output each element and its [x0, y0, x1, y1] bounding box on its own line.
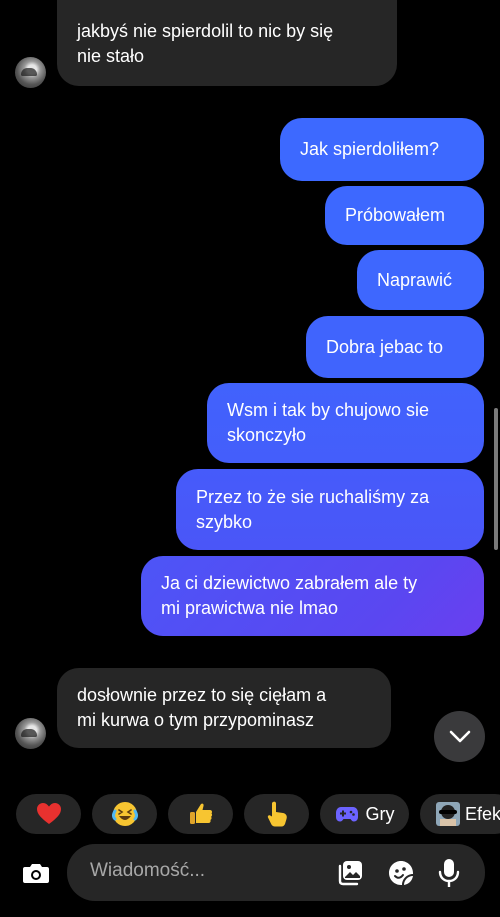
message-outgoing[interactable]: Przez to że sie ruchaliśmy za szybko — [176, 469, 484, 550]
effects-thumbnail-icon — [436, 802, 460, 826]
chevron-down-icon — [449, 730, 470, 742]
message-outgoing[interactable]: Próbowałem — [325, 186, 484, 245]
sticker-icon — [389, 861, 413, 885]
message-outgoing[interactable]: Wsm i tak by chujowo sie skonczyło — [207, 383, 484, 463]
contact-avatar[interactable] — [15, 718, 46, 749]
message-incoming[interactable]: jakbyś nie spierdolil to nic by się nie … — [57, 0, 397, 86]
message-text-line: Przez to że sie ruchaliśmy za — [196, 486, 430, 507]
gallery-icon — [338, 861, 362, 886]
pointing-hand-emoji-icon — [267, 801, 287, 827]
microphone-button[interactable] — [433, 856, 465, 890]
thumbs-up-emoji-icon — [189, 803, 212, 824]
message-text-line: skonczyło — [227, 425, 307, 445]
message-composer[interactable]: Wiadomość... — [67, 844, 485, 901]
message-text-line: mi kurwa o tym przypominasz — [77, 710, 315, 730]
message-outgoing[interactable]: Naprawić — [357, 250, 484, 310]
gallery-button[interactable] — [334, 857, 366, 889]
scroll-down-button[interactable] — [434, 711, 485, 762]
games-label: Gry — [365, 803, 395, 824]
reaction-thumbs-up-button[interactable] — [168, 794, 233, 834]
reaction-pointing-button[interactable] — [244, 794, 309, 834]
laughing-emoji-icon — [111, 802, 138, 826]
message-text-line: nie stało — [77, 46, 145, 66]
message-outgoing[interactable]: Jak spierdoliłem? — [280, 118, 484, 181]
message-text: Próbowałem — [345, 205, 446, 225]
message-input[interactable]: Wiadomość... — [90, 860, 205, 882]
effects-button[interactable]: Efek — [420, 794, 500, 834]
reaction-heart-button[interactable] — [16, 794, 81, 834]
message-text-line: Wsm i tak by chujowo sie — [227, 400, 430, 420]
message-text-line: Ja ci dziewictwo zabrałem ale ty — [161, 573, 418, 593]
message-text-line: jakbyś nie spierdolil to nic by się — [77, 21, 334, 41]
camera-button[interactable] — [17, 854, 55, 892]
message-incoming[interactable]: dosłownie przez to się cięłam a mi kurwa… — [57, 668, 391, 748]
scrollbar[interactable] — [494, 408, 498, 550]
message-outgoing[interactable]: Ja ci dziewictwo zabrałem ale ty mi praw… — [141, 556, 484, 636]
reaction-laugh-button[interactable] — [92, 794, 157, 834]
message-text: Dobra jebac to — [326, 336, 444, 357]
message-text: Naprawić — [377, 269, 453, 290]
message-text-line: szybko — [196, 511, 253, 532]
message-outgoing[interactable]: Dobra jebac to — [306, 316, 484, 378]
message-text: Jak spierdoliłem? — [300, 139, 440, 159]
message-text-line: dosłownie przez to się cięłam a — [77, 685, 327, 705]
microphone-icon — [438, 859, 460, 887]
camera-icon — [23, 864, 49, 883]
heart-emoji-icon — [36, 803, 61, 824]
message-text-line: mi prawictwa nie lmao — [161, 598, 339, 618]
gamepad-icon — [335, 807, 358, 822]
sticker-button[interactable] — [385, 857, 417, 889]
games-button[interactable]: Gry — [320, 794, 409, 834]
contact-avatar[interactable] — [15, 57, 46, 88]
effects-label: Efek — [465, 803, 500, 824]
